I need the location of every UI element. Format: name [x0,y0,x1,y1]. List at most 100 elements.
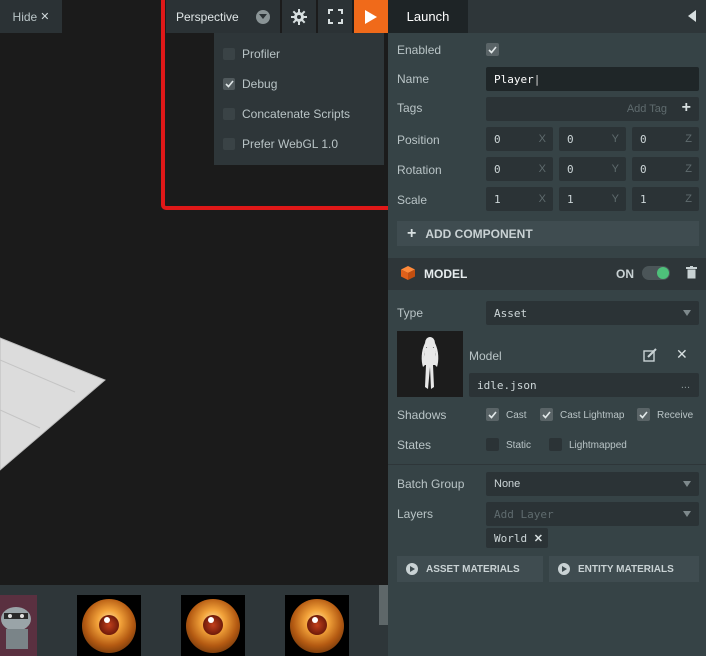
scale-y-input[interactable]: 1Y [559,187,626,211]
rotation-y-value: 0 [567,162,574,176]
enabled-checkbox[interactable] [486,43,499,56]
rotation-z-input[interactable]: 0Z [632,157,699,181]
checkmark-icon [488,410,497,419]
menu-item-debug[interactable]: Debug [214,69,384,99]
eye-texture-image [82,599,136,653]
layers-label: Layers [397,507,434,521]
type-select[interactable]: Asset [486,301,699,325]
expand-icon [406,563,418,575]
eye-texture-image [186,599,240,653]
trash-icon[interactable] [686,266,697,279]
checkmark-icon [542,410,551,419]
model-asset-field[interactable]: idle.json ... [469,373,699,397]
asset-thumbnail[interactable] [0,595,37,656]
menu-item-label: Profiler [242,47,281,61]
asset-materials-label: ASSET MATERIALS [426,563,520,575]
checkbox[interactable] [223,48,235,60]
add-layer-input[interactable]: Add Layer [486,502,699,526]
rotation-x-value: 0 [494,162,501,176]
menu-item-prefer-webgl1[interactable]: Prefer WebGL 1.0 [214,129,384,159]
menu-item-profiler[interactable]: Profiler [214,39,384,69]
tags-input[interactable]: Add Tag + [486,97,699,121]
axis-z-label: Z [685,133,692,145]
scale-y-value: 1 [567,192,574,206]
static-checkbox[interactable] [486,438,499,451]
ground-plane-face [0,337,106,471]
chevron-down-icon [683,310,691,316]
more-options-icon[interactable]: ... [681,379,690,391]
scale-z-input[interactable]: 1Z [632,187,699,211]
close-icon[interactable]: ✕ [676,346,688,363]
plus-icon: + [407,224,417,242]
settings-button[interactable] [282,0,316,33]
checkbox[interactable] [223,108,235,120]
asset-thumbnail[interactable] [77,595,141,656]
viewport-toolbar: Perspective [166,0,388,33]
launch-play-button[interactable] [354,0,388,33]
cast-lightmap-checkbox[interactable] [540,408,553,421]
launch-options-menu: Profiler Debug Concatenate Scripts Prefe… [214,33,384,165]
materials-row: ASSET MATERIALS ENTITY MATERIALS [397,556,699,582]
viewport[interactable]: Hide ✕ Perspective Profiler Debug Concat… [0,0,388,585]
chevron-down-icon [683,481,691,487]
play-icon [365,9,377,24]
position-y-value: 0 [567,132,574,146]
cast-shadows-checkbox[interactable] [486,408,499,421]
model-thumbnail[interactable] [397,331,463,397]
hide-button[interactable]: Hide ✕ [0,0,62,33]
scrollbar-thumb[interactable] [379,585,388,625]
section-divider [388,464,706,465]
model-label: Model [469,349,502,363]
asset-thumbnail[interactable] [285,595,349,656]
add-component-button[interactable]: + ADD COMPONENT [397,221,699,246]
cast-label: Cast [506,410,527,421]
name-input[interactable]: Player | [486,67,699,91]
axis-z-label: Z [685,163,692,175]
receive-shadows-checkbox[interactable] [637,408,650,421]
chevron-down-icon [256,9,270,24]
checkbox[interactable] [223,138,235,150]
character-silhouette-image [421,337,439,389]
tags-placeholder: Add Tag [626,103,667,115]
tags-label: Tags [397,101,423,115]
layer-tag-label: World [494,531,528,545]
rotation-y-input[interactable]: 0Y [559,157,626,181]
add-tag-icon[interactable]: + [682,99,691,117]
lightmapped-checkbox[interactable] [549,438,562,451]
fullscreen-button[interactable] [318,0,352,33]
position-label: Position [397,133,440,147]
axis-y-label: Y [611,133,619,145]
axis-z-label: Z [685,193,692,205]
camera-select-value: Perspective [176,9,239,24]
asset-thumbnail[interactable] [181,595,245,656]
shadows-label: Shadows [397,408,447,422]
scale-x-input[interactable]: 1X [486,187,553,211]
launch-tab[interactable]: Launch [388,0,468,33]
collapse-panel-icon[interactable] [688,10,696,22]
asset-materials-button[interactable]: ASSET MATERIALS [397,556,543,582]
component-on-label: ON [616,267,634,281]
menu-item-label: Concatenate Scripts [242,107,351,121]
batch-group-select[interactable]: None [486,472,699,496]
lightmapped-label: Lightmapped [569,440,627,451]
menu-item-concatenate-scripts[interactable]: Concatenate Scripts [214,99,384,129]
axis-y-label: Y [611,193,619,205]
position-z-input[interactable]: 0Z [632,127,699,151]
menu-item-label: Debug [242,77,278,91]
position-x-input[interactable]: 0X [486,127,553,151]
edit-icon[interactable] [643,348,657,362]
scale-x-value: 1 [494,192,501,206]
fullscreen-icon [327,9,343,24]
entity-materials-label: ENTITY MATERIALS [578,563,674,575]
position-y-input[interactable]: 0Y [559,127,626,151]
checkmark-icon [488,45,497,54]
component-enabled-toggle[interactable] [642,266,670,280]
rotation-x-input[interactable]: 0X [486,157,553,181]
enabled-label: Enabled [397,43,442,57]
checkbox[interactable] [223,78,235,90]
name-input-value: Player [494,72,534,86]
entity-materials-button[interactable]: ENTITY MATERIALS [549,556,699,582]
remove-layer-icon[interactable]: ✕ [534,532,543,545]
camera-select[interactable]: Perspective [166,0,280,33]
type-select-value: Asset [494,306,528,320]
